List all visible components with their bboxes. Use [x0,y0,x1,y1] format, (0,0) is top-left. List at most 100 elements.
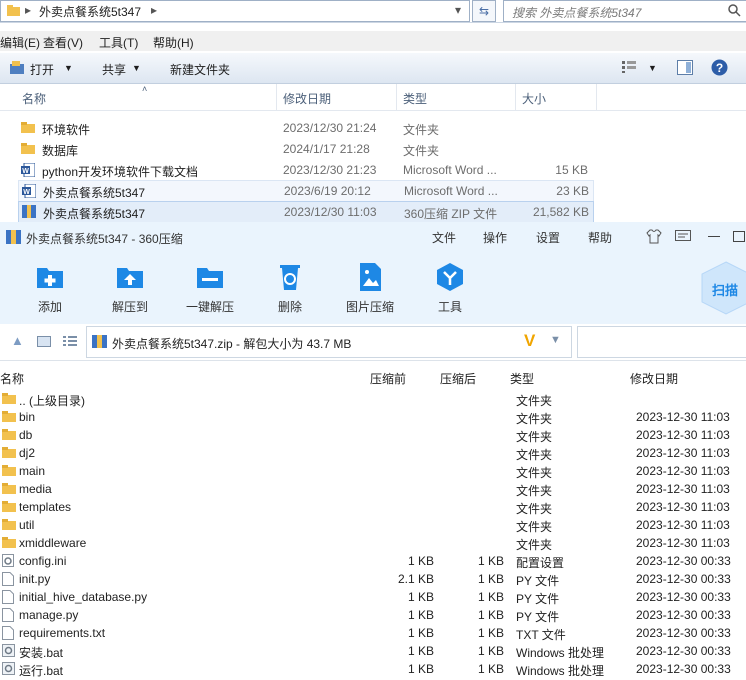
shirt-skin-icon[interactable] [646,229,662,244]
archive-row[interactable]: init.py 2.1 KB 1 KB PY 文件 2023-12-30 00:33 [0,570,746,588]
archive-row[interactable]: 安装.bat 1 KB 1 KB Windows 批处理 2023-12-30 00:3… [0,642,746,660]
entry-name: media [19,482,52,496]
entry-date: 2023-12-30 00:33 [636,626,731,640]
entry-type: Windows 批处理 [516,664,605,678]
archive-row[interactable]: main 文件夹 2023-12-30 11:03 [0,462,746,480]
breadcrumb-item[interactable]: 外卖点餐系统5t347 [39,3,141,20]
svg-text:W: W [22,168,29,175]
archive-row[interactable]: 运行.bat 1 KB 1 KB Windows 批处理 2023-12-30 00:3… [0,660,746,678]
column-size[interactable]: 大小 [522,90,546,107]
search-icon[interactable] [728,4,741,17]
archive-row[interactable]: dj2 文件夹 2023-12-30 11:03 [0,444,746,462]
file-row[interactable]: 数据库 2024/1/17 21:28 文件夹 [18,139,592,159]
help-icon[interactable]: ? [711,59,728,76]
column-type[interactable]: 类型 [403,90,427,107]
entry-type: PY 文件 [516,574,560,588]
menu-bar: 编辑(E) 查看(V) 工具(T) 帮助(H) [0,31,746,51]
chevron-down-icon[interactable]: ▼ [64,63,73,73]
column-name[interactable]: 名称 [22,90,46,107]
archive-row[interactable]: manage.py 1 KB 1 KB PY 文件 2023-12-30 00:33 [0,606,746,624]
archive-row[interactable]: templates 文件夹 2023-12-30 11:03 [0,498,746,516]
archive-row[interactable]: initial_hive_database.py 1 KB 1 KB PY 文件 202… [0,588,746,606]
archive-row[interactable]: media 文件夹 2023-12-30 11:03 [0,480,746,498]
archive-row[interactable]: requirements.txt 1 KB 1 KB TXT 文件 2023-12-30… [0,624,746,642]
view-options-icon[interactable] [622,61,636,73]
archive-path-field[interactable]: 外卖点餐系统5t347.zip - 解包大小为 43.7 MB V ▼ [86,326,572,358]
zip-file-icon [92,335,107,348]
up-arrow-icon[interactable]: ▲ [11,333,24,348]
svg-text:W: W [23,189,30,196]
chevron-down-icon[interactable]: ▼ [550,334,561,346]
minimize-button[interactable] [708,236,720,237]
tools-button[interactable]: 工具 [415,252,485,322]
search-input[interactable]: 搜索 外卖点餐系统5t347 [503,0,746,22]
chevron-down-icon[interactable]: ▼ [132,63,141,73]
chevron-down-icon[interactable]: ▼ [648,63,657,73]
entry-size-after: 1 KB [477,662,504,676]
entry-name: bin [19,410,36,424]
extract-to-button[interactable]: 解压到 [95,252,165,322]
folder-icon [21,121,35,136]
archive-row[interactable]: .. (上级目录) 文件夹 [0,390,746,408]
entry-name: requirements.txt [19,626,106,640]
scan-button[interactable]: 扫描 [700,260,746,316]
file-icon [2,590,14,607]
zip-column-after[interactable]: 压缩后 [440,370,476,387]
archive-row[interactable]: config.ini 1 KB 1 KB 配置设置 2023-12-30 00:33 [0,552,746,570]
v-dropdown-icon[interactable]: V [524,331,535,351]
zip-column-before[interactable]: 压缩前 [370,370,406,387]
file-row[interactable]: Wpython开发环境软件下载文档 2023/12/30 21:23 Microso… [18,160,592,180]
entry-type: 文件夹 [516,412,553,426]
recycle-bin-icon [280,265,300,290]
file-date: 2024/1/17 21:28 [283,142,370,156]
menu-edit[interactable]: 编辑(E) [0,34,40,51]
zip-column-name[interactable]: 名称 [0,370,24,387]
entry-date: 2023-12-30 00:33 [636,644,731,658]
image-compress-button[interactable]: 图片压缩 [335,252,405,322]
refresh-button[interactable]: ⇆ [472,0,496,22]
file-list-header: 名称 ˄ 修改日期 类型 大小 [0,84,746,111]
zip-menu-help[interactable]: 帮助 [588,229,612,246]
bat-icon [2,644,15,660]
archive-row[interactable]: util 文件夹 2023-12-30 11:03 [0,516,746,534]
column-date[interactable]: 修改日期 [283,90,331,107]
file-row[interactable]: 外卖点餐系统5t347 2023/12/30 11:03 360压缩 ZIP 文件 2… [18,201,594,223]
archive-row[interactable]: xmiddleware 文件夹 2023-12-30 11:03 [0,534,746,552]
share-button[interactable]: 共享 [102,61,126,78]
entry-type: PY 文件 [516,610,560,624]
menu-tools[interactable]: 工具(T) [99,34,138,51]
preview-pane-icon[interactable] [677,60,693,75]
entry-type: 文件夹 [516,484,553,498]
new-folder-button[interactable]: 新建文件夹 [170,61,230,78]
add-button[interactable]: 添加 [15,252,85,322]
file-row[interactable]: 环境软件 2023/12/30 21:24 文件夹 [18,118,592,138]
zip-menu-action[interactable]: 操作 [483,229,507,246]
command-bar: 打开 ▼ 共享 ▼ 新建文件夹 ▼ ? [0,53,746,84]
file-date: 2023/12/30 21:24 [283,121,377,135]
archive-row[interactable]: db 文件夹 2023-12-30 11:03 [0,426,746,444]
open-button[interactable]: 打开 [30,61,54,78]
breadcrumb[interactable]: ▸ 外卖点餐系统5t347 ▸ ▾ [0,0,470,22]
entry-size-after: 1 KB [477,572,504,586]
folder-icon [2,446,16,461]
archive-search-input[interactable] [577,326,746,358]
entry-date: 2023-12-30 11:03 [636,536,730,550]
zip-menu-settings[interactable]: 设置 [536,229,560,246]
zip-column-type[interactable]: 类型 [510,370,534,387]
list-view-icon[interactable] [63,336,77,347]
entry-type: PY 文件 [516,592,560,606]
maximize-button[interactable] [733,231,745,242]
chevron-down-icon[interactable]: ▾ [455,3,461,17]
zip-column-date[interactable]: 修改日期 [630,370,678,387]
archive-row[interactable]: bin 文件夹 2023-12-30 11:03 [0,408,746,426]
menu-help[interactable]: 帮助(H) [153,34,194,51]
menu-view[interactable]: 查看(V) [43,34,83,51]
delete-button[interactable]: 删除 [255,252,325,322]
file-row[interactable]: W 外卖点餐系统5t347 2023/6/19 20:12 Microsoft Wor… [18,180,594,202]
config-icon [2,554,15,570]
zip-menu-file[interactable]: 文件 [432,229,456,246]
file-icon [2,572,14,589]
thumbnail-view-icon[interactable] [37,336,51,347]
message-icon[interactable] [675,230,691,243]
one-click-extract-button[interactable]: 一键解压 [175,252,245,322]
